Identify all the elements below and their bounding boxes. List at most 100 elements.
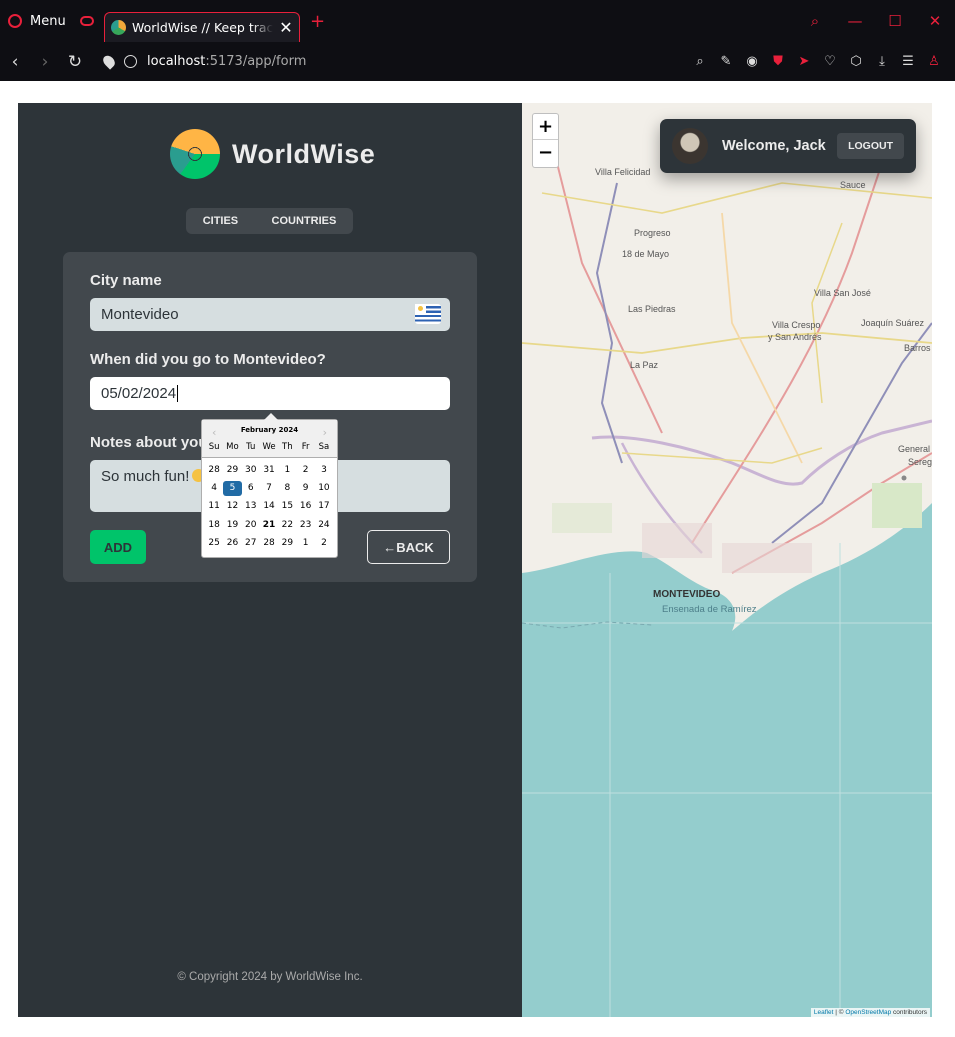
datepicker-day[interactable]: 18 [205, 518, 223, 533]
datepicker-day[interactable]: 2 [296, 463, 314, 478]
nav-cities[interactable]: CITIES [203, 215, 238, 227]
datepicker-day[interactable]: 12 [223, 499, 241, 514]
notes-value: So much fun! [101, 468, 190, 485]
datepicker-weekday: Su [208, 442, 220, 452]
url-field[interactable]: localhost:5173/app/form [100, 53, 307, 70]
maximize-icon[interactable]: ☐ [875, 12, 915, 30]
datepicker-day[interactable]: 28 [205, 463, 223, 478]
datepicker-day[interactable]: 9 [296, 481, 314, 496]
user-panel: Welcome, Jack LOGOUT [660, 119, 916, 173]
datepicker-day[interactable]: 24 [315, 518, 333, 533]
url-path: :5173/app/form [205, 54, 307, 69]
map[interactable]: + − Welcome, Jack LOGOUT Villa Felicidad… [522, 103, 932, 1017]
opera-logo-icon [8, 14, 22, 28]
cube-icon[interactable]: ⬡ [843, 54, 869, 69]
gamepad-icon[interactable] [80, 16, 94, 26]
datepicker-day[interactable]: 15 [278, 499, 296, 514]
datepicker-day[interactable]: 21 [260, 518, 278, 533]
download-icon[interactable]: ⤓ [869, 54, 895, 69]
shield-icon[interactable]: ⛊ [765, 54, 791, 69]
datepicker-day[interactable]: 19 [223, 518, 241, 533]
add-button[interactable]: ADD [90, 530, 146, 564]
url-host: localhost [147, 54, 206, 69]
text-cursor [177, 385, 179, 402]
datepicker-weekday: Fr [301, 442, 310, 452]
datepicker-day[interactable]: 27 [242, 536, 260, 551]
tab-close-icon[interactable]: ✕ [279, 18, 293, 37]
zoom-in-button[interactable]: + [533, 114, 558, 140]
datepicker-day[interactable]: 3 [315, 463, 333, 478]
close-window-icon[interactable]: ✕ [915, 12, 955, 30]
datepicker-day[interactable]: 17 [315, 499, 333, 514]
datepicker-day[interactable]: 20 [242, 518, 260, 533]
datepicker-day[interactable]: 10 [315, 481, 333, 496]
zoom-out-button[interactable]: − [533, 140, 558, 166]
camera-icon[interactable]: ◉ [739, 54, 765, 69]
back-nav-icon[interactable]: ‹ [0, 52, 30, 72]
browser-tab-active[interactable]: WorldWise // Keep track of ✕ [104, 12, 300, 42]
edit-icon[interactable]: ✎ [713, 54, 739, 69]
datepicker-day[interactable]: 13 [242, 499, 260, 514]
find-icon[interactable]: ⌕ [687, 54, 713, 69]
attribution-rest: contributors [891, 1009, 927, 1016]
profile-icon[interactable]: ♙ [921, 54, 947, 69]
logo[interactable]: WorldWise [170, 129, 375, 179]
place-label: Barros [904, 343, 931, 353]
datepicker-day[interactable]: 25 [205, 536, 223, 551]
datepicker-day[interactable]: 30 [242, 463, 260, 478]
city-name-input[interactable]: Montevideo [90, 298, 450, 331]
place-label: Las Piedras [628, 304, 676, 314]
datepicker-day[interactable]: 23 [296, 518, 314, 533]
globe-icon[interactable] [124, 55, 137, 68]
city-name-label: City name [90, 272, 162, 289]
datepicker-day[interactable]: 26 [223, 536, 241, 551]
city-name-value: Montevideo [101, 306, 179, 323]
datepicker-day[interactable]: 6 [242, 481, 260, 496]
datepicker-day[interactable]: 29 [278, 536, 296, 551]
datepicker-day[interactable]: 29 [223, 463, 241, 478]
datepicker-day[interactable]: 28 [260, 536, 278, 551]
datepicker-day[interactable]: 1 [278, 463, 296, 478]
heart-icon[interactable]: ♡ [817, 54, 843, 69]
minimize-icon[interactable]: — [835, 12, 875, 30]
datepicker-day[interactable]: 5 [223, 481, 242, 497]
search-icon[interactable]: ⌕ [795, 12, 835, 30]
place-label: Villa Crespo [772, 320, 821, 330]
reload-icon[interactable]: ↻ [60, 52, 90, 72]
datepicker-day[interactable]: 22 [278, 518, 296, 533]
datepicker-weekday: Sa [318, 442, 330, 452]
place-label: 18 de Mayo [622, 249, 670, 259]
forward-nav-icon[interactable]: › [30, 52, 60, 72]
datepicker-day[interactable]: 16 [296, 499, 314, 514]
datepicker-day[interactable]: 14 [260, 499, 278, 514]
back-button[interactable]: ←BACK [367, 530, 450, 564]
place-label: Villa San José [814, 288, 871, 298]
datepicker-day[interactable]: 7 [260, 481, 278, 496]
datepicker-day[interactable]: 31 [260, 463, 278, 478]
settings-icon[interactable]: ☰ [895, 54, 921, 69]
place-label-water: Ensenada de Ramírez [662, 604, 757, 615]
datepicker-weekday: Tu [246, 442, 256, 452]
datepicker-day[interactable]: 1 [296, 536, 314, 551]
new-tab-icon[interactable]: + [310, 11, 325, 32]
datepicker-day[interactable]: 2 [315, 536, 333, 551]
logout-button[interactable]: LOGOUT [837, 133, 904, 159]
nav-countries[interactable]: COUNTRIES [272, 215, 337, 227]
place-label: Progreso [634, 228, 671, 238]
next-month-icon[interactable]: › [323, 426, 327, 439]
datepicker-month: February 2024 [240, 426, 299, 434]
place-label: Joaquín Suárez [861, 318, 925, 328]
browser-toolbar: ⌕ ✎ ◉ ⛊ ➤ ♡ ⬡ ⤓ ☰ ♙ [687, 54, 955, 69]
datepicker-day[interactable]: 8 [278, 481, 296, 496]
date-input[interactable]: 05/02/2024 [90, 377, 450, 410]
location-pin-icon[interactable] [100, 53, 118, 70]
datepicker-day[interactable]: 11 [205, 499, 223, 514]
browser-tabbar: Menu WorldWise // Keep track of ✕ + ⌕ — … [0, 0, 955, 42]
osm-link[interactable]: OpenStreetMap [845, 1009, 891, 1016]
browser-menu-button[interactable]: Menu [0, 14, 70, 29]
date-label: When did you go to Montevideo? [90, 351, 326, 368]
map-tiles[interactable] [522, 103, 932, 1017]
datepicker-day[interactable]: 4 [205, 481, 223, 496]
send-icon[interactable]: ➤ [791, 54, 817, 69]
leaflet-link[interactable]: Leaflet [814, 1009, 834, 1016]
